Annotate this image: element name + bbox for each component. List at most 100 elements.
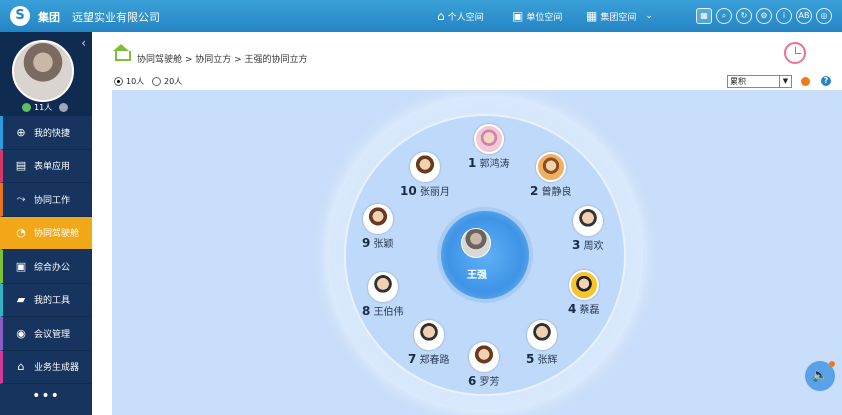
- sidebar-item[interactable]: ◔ 协同驾驶舱: [0, 216, 92, 250]
- nav-unit-space[interactable]: ▣ 单位空间: [512, 9, 562, 23]
- sidebar-item[interactable]: ⤳ 协同工作: [0, 183, 92, 217]
- person-name: 罗芳: [479, 377, 500, 388]
- toolbar: ▦ ⌕ ↻ ⚙ i AB ◎: [696, 8, 832, 24]
- person-label: 2 曾静良: [530, 183, 572, 198]
- office-icon: ▣: [15, 259, 27, 273]
- notification-badge: [829, 361, 835, 367]
- nav-group-space[interactable]: ▦ 集团空间 ⌄: [586, 9, 653, 23]
- radio-20-people[interactable]: 20人: [152, 76, 182, 87]
- brand-label: 集团: [38, 11, 60, 24]
- more-icon[interactable]: •••: [0, 388, 92, 404]
- main-content: 协同驾驶舱 > 协同立方 > 王强的协同立方 10人 20人 累积 ▼ ? 王强…: [92, 32, 842, 415]
- person-avatar[interactable]: [526, 320, 557, 350]
- nav-label: 集团空间: [600, 12, 637, 23]
- person-rank: 8: [362, 304, 371, 318]
- ab-icon[interactable]: AB: [796, 8, 812, 24]
- online-count: 11人: [34, 103, 53, 112]
- settings-icon[interactable]: ⚙: [756, 8, 772, 24]
- person-avatar[interactable]: [409, 152, 440, 182]
- center-name: 王强: [467, 270, 487, 281]
- person-rank: 5: [526, 352, 535, 366]
- person-icon: [59, 103, 69, 112]
- person-node[interactable]: 1 郭鸿涛: [468, 124, 510, 170]
- sidebar-item[interactable]: ▤ 表单应用: [0, 149, 92, 183]
- plus-icon: ⊕: [16, 125, 26, 139]
- center-avatar[interactable]: [461, 228, 491, 258]
- builder-icon: ⌂: [17, 360, 25, 374]
- chevron-down-icon: ⌄: [645, 11, 653, 21]
- sort-select[interactable]: 累积 ▼: [727, 75, 792, 88]
- toolbox-icon: ▰: [16, 293, 26, 307]
- sidebar-item[interactable]: ▣ 综合办公: [0, 250, 92, 284]
- sidebar-item-label: 我的工具: [34, 296, 71, 307]
- sidebar-profile: ‹ 11人: [0, 32, 92, 116]
- top-bar: S 集团 远望实业有限公司 ⌂ 个人空间 ▣ 单位空间 ▦ 集团空间 ⌄ ▦ ⌕…: [0, 0, 842, 32]
- person-avatar[interactable]: [362, 204, 393, 234]
- person-label: 8 王伯伟: [362, 303, 404, 318]
- person-node[interactable]: 3 周欢: [572, 206, 604, 252]
- orange-status-icon[interactable]: [801, 77, 810, 86]
- building-icon: ▦: [586, 9, 598, 23]
- sidebar-item-label: 我的快捷: [34, 128, 71, 139]
- sidebar-item-label: 协同驾驶舱: [34, 229, 80, 240]
- avatar[interactable]: [12, 40, 74, 102]
- person-avatar[interactable]: [568, 270, 599, 300]
- radio-10-people[interactable]: 10人: [114, 76, 144, 87]
- person-node[interactable]: 10 张丽月: [400, 152, 450, 198]
- person-avatar[interactable]: [535, 152, 566, 182]
- share-icon: ⤳: [16, 192, 26, 206]
- person-label: 4 蔡磊: [568, 301, 600, 316]
- dashboard-icon: ◔: [16, 226, 26, 240]
- person-avatar[interactable]: [473, 124, 504, 154]
- speaker-icon[interactable]: 🔈: [805, 361, 835, 391]
- person-avatar[interactable]: [468, 342, 499, 372]
- company-name: 远望实业有限公司: [72, 11, 160, 24]
- sidebar-item[interactable]: ⊕ 我的快捷: [0, 116, 92, 150]
- info-icon[interactable]: i: [776, 8, 792, 24]
- person-avatar[interactable]: [413, 320, 444, 350]
- person-name: 曾静良: [541, 187, 572, 198]
- person-rank: 6: [468, 374, 477, 388]
- radio-icon: [152, 77, 161, 86]
- person-node[interactable]: 8 王伯伟: [362, 272, 404, 318]
- sidebar-item[interactable]: ⌂ 业务生成器: [0, 350, 92, 384]
- nav-personal-space[interactable]: ⌂ 个人空间: [437, 9, 484, 23]
- person-node[interactable]: 4 蔡磊: [568, 270, 600, 316]
- grid-icon[interactable]: ▦: [696, 8, 712, 24]
- person-rank: 2: [530, 184, 539, 198]
- breadcrumb[interactable]: 协同驾驶舱 > 协同立方 > 王强的协同立方: [137, 52, 308, 65]
- breadcrumb-bar: 协同驾驶舱 > 协同立方 > 王强的协同立方: [92, 32, 842, 73]
- person-node[interactable]: 6 罗芳: [468, 342, 500, 388]
- logout-icon[interactable]: ◎: [816, 8, 832, 24]
- online-status[interactable]: 11人: [22, 102, 69, 113]
- sidebar-item[interactable]: ▰ 我的工具: [0, 283, 92, 317]
- search-icon[interactable]: ⌕: [716, 8, 732, 24]
- radio-label: 10人: [126, 77, 145, 86]
- person-name: 周欢: [583, 241, 604, 252]
- sidebar-item-label: 会议管理: [34, 329, 71, 340]
- bus-icon: ▣: [512, 9, 524, 23]
- sidebar-item-label: 表单应用: [34, 162, 71, 173]
- home-icon[interactable]: [112, 44, 131, 61]
- person-node[interactable]: 5 张辉: [526, 320, 558, 366]
- person-name: 张丽月: [419, 187, 450, 198]
- person-label: 9 张颖: [362, 235, 394, 250]
- table-icon: ▤: [15, 159, 27, 173]
- person-label: 7 郑春路: [408, 351, 450, 366]
- person-label: 6 罗芳: [468, 373, 500, 388]
- collapse-icon[interactable]: ‹: [81, 36, 86, 50]
- help-icon[interactable]: ?: [821, 76, 831, 86]
- person-node[interactable]: 7 郑春路: [408, 320, 450, 366]
- sidebar-item[interactable]: ◉ 会议管理: [0, 317, 92, 351]
- person-avatar[interactable]: [572, 206, 603, 236]
- person-label: 3 周欢: [572, 237, 604, 252]
- person-node[interactable]: 2 曾静良: [530, 152, 572, 198]
- person-label: 5 张辉: [526, 351, 558, 366]
- person-avatar[interactable]: [367, 272, 398, 302]
- person-node[interactable]: 9 张颖: [362, 204, 394, 250]
- nav-label: 单位空间: [526, 12, 563, 23]
- chevron-down-icon: ▼: [779, 76, 791, 87]
- refresh-icon[interactable]: ↻: [736, 8, 752, 24]
- home-icon: ⌂: [437, 9, 445, 23]
- person-rank: 3: [572, 238, 581, 252]
